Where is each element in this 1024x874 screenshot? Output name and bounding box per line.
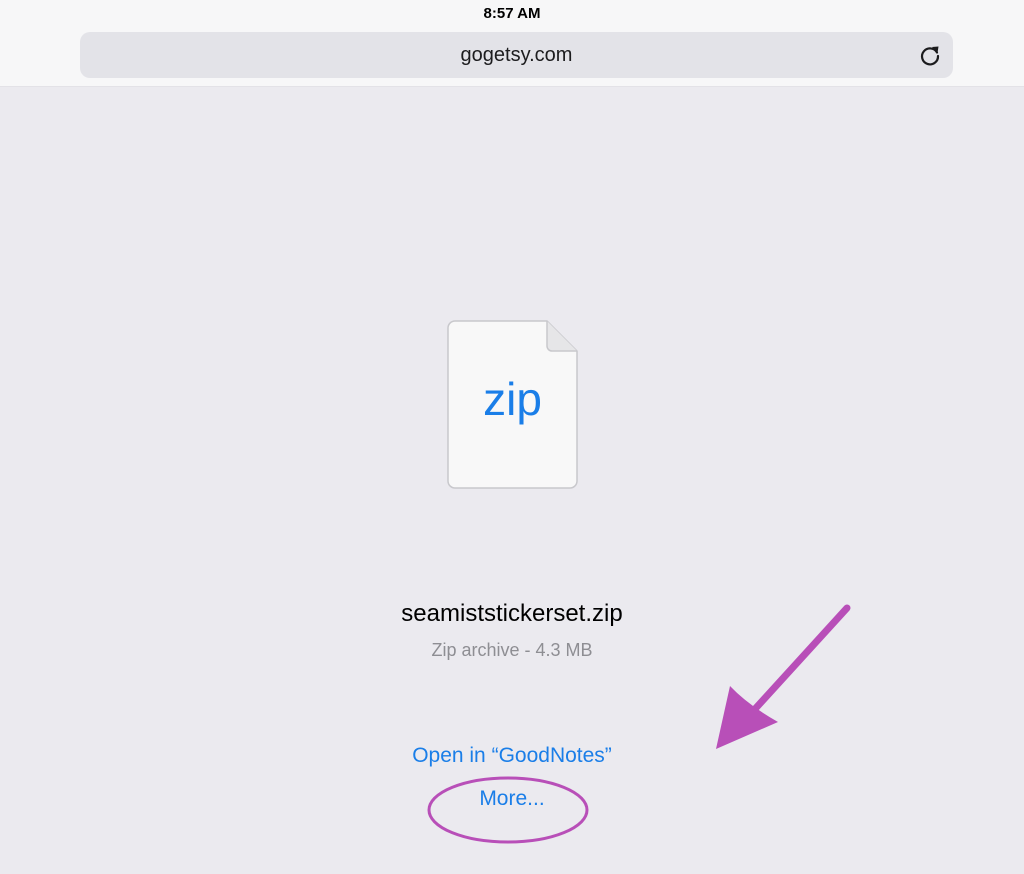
- reload-icon[interactable]: [917, 42, 943, 68]
- nav-bar: gogetsy.com: [0, 28, 1024, 87]
- more-link[interactable]: More...: [0, 787, 1024, 811]
- open-in-goodnotes-link[interactable]: Open in “GoodNotes”: [0, 744, 1024, 768]
- download-content: zip seamiststickerset.zip Zip archive - …: [0, 87, 1024, 874]
- status-time: 8:57 AM: [483, 5, 541, 22]
- status-bar: 8:57 AM: [0, 0, 1024, 28]
- address-text[interactable]: gogetsy.com: [80, 44, 953, 67]
- file-name: seamiststickerset.zip: [401, 600, 623, 627]
- file-meta: Zip archive - 4.3 MB: [431, 640, 593, 660]
- file-extension-label: zip: [483, 373, 542, 425]
- address-bar[interactable]: gogetsy.com: [80, 32, 953, 78]
